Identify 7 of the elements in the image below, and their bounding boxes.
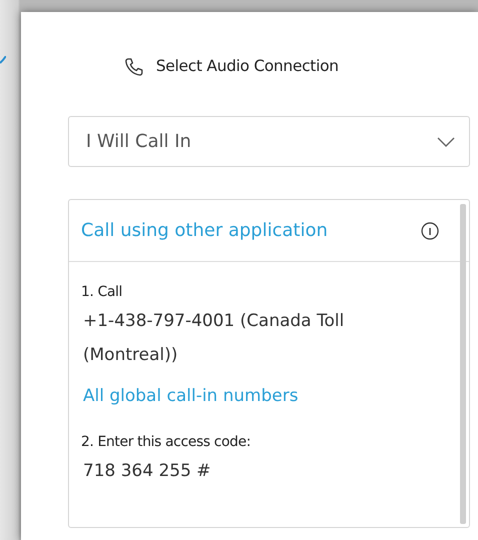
step-heading: 1. Call — [81, 283, 124, 302]
panel-header: Call using other application — [81, 219, 328, 243]
step-text: +1-438-797-4001 (Canada Toll (Montreal)) — [82, 310, 346, 367]
dialog-title: Select Audio Connection — [156, 56, 339, 78]
step-heading: 2. Enter this access code: — [81, 432, 252, 452]
step-text: 718 364 255 # — [82, 460, 212, 482]
audio-option-dropdown[interactable]: I Will Call In — [68, 116, 470, 167]
